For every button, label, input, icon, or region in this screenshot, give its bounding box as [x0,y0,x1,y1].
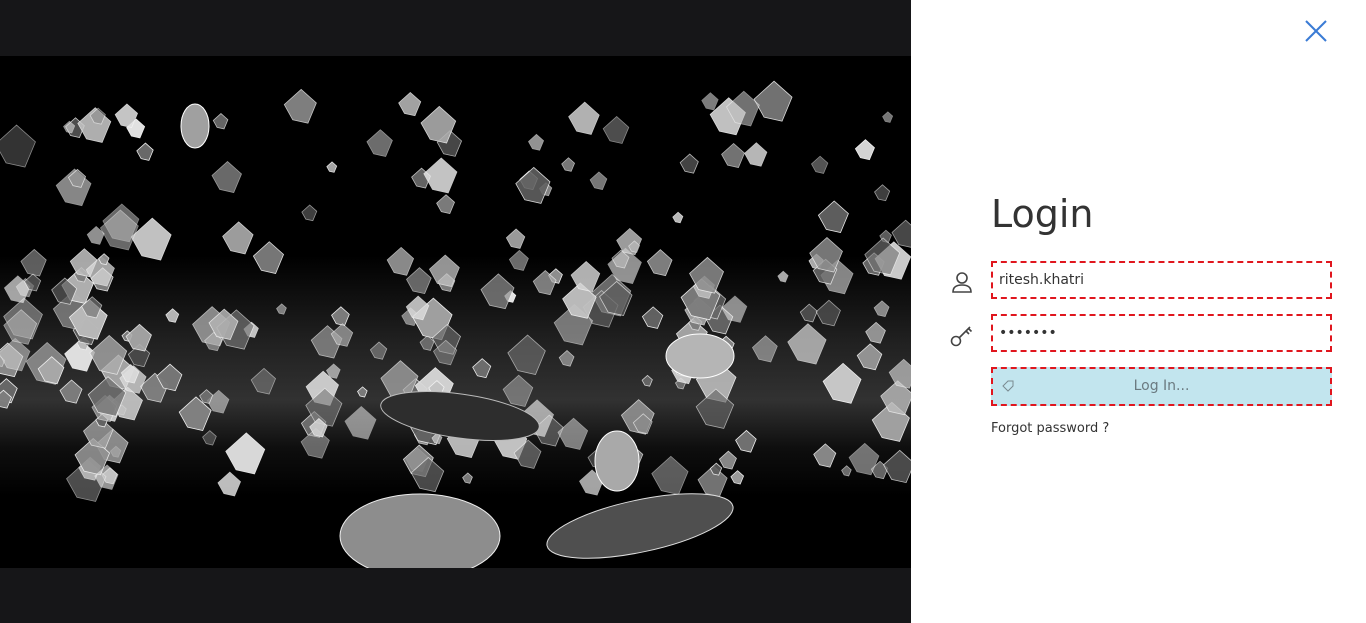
media-panel [0,0,911,623]
user-icon [952,272,972,293]
close-icon [1305,20,1327,42]
login-button[interactable]: Log In... [991,367,1332,406]
username-input[interactable] [991,261,1332,299]
password-input[interactable] [991,314,1332,352]
page-title: Login [991,192,1094,236]
diamonds-image [0,56,911,568]
login-button-label: Log In... [1133,378,1190,394]
password-row [949,314,1334,354]
login-panel: Login Log In... Forgot password ? [911,0,1366,623]
login-screen: Login Log In... Forgot password ? [0,0,1366,623]
close-button[interactable] [1303,18,1329,44]
forgot-password-link[interactable]: Forgot password ? [991,421,1109,436]
username-row [949,261,1334,301]
key-icon [950,326,973,347]
background-video [0,56,911,568]
